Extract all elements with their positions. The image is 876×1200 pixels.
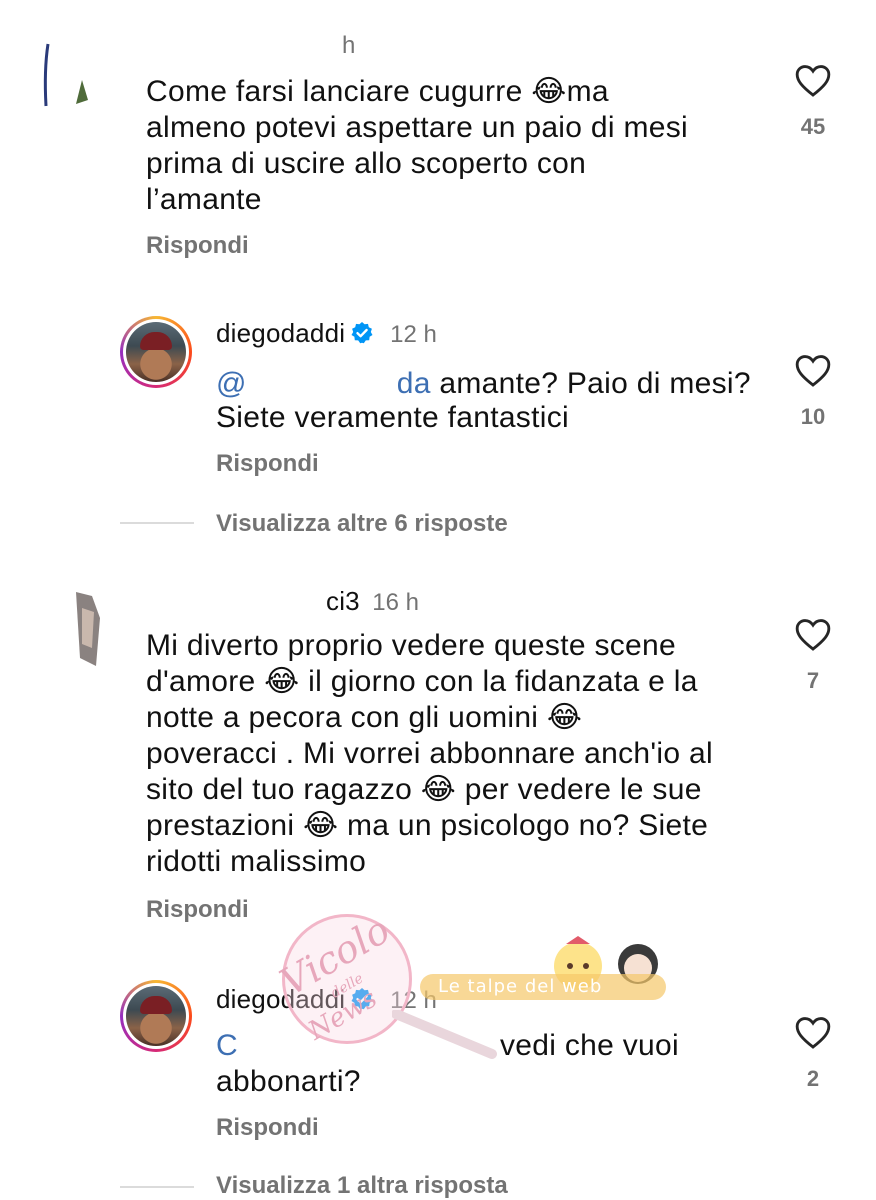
comment-time: h [342,32,356,59]
avatar-photo [126,986,186,1046]
comment-text: vedi che vuoi [499,1029,679,1062]
avatar-photo [126,322,186,382]
like-button[interactable] [794,616,832,652]
like-count: 2 [806,1066,820,1091]
view-more-replies-button[interactable]: Visualizza altre 6 risposte [216,510,508,538]
comment-line: ridotti malissimo [146,845,367,878]
comment-line: @ da amante? Paio di mesi? [216,366,751,402]
comment-line: Sietе veramente fantastici [216,401,569,434]
like-count: 7 [806,668,820,693]
avatar-cropped[interactable] [40,40,90,112]
comment-line: d'amore 😂 il giorno con la fidanzata e l… [146,665,698,698]
comment-line: l’amante [146,183,262,216]
comment-line: poveracci . Mi vorrei abbonnare anch'io … [146,737,713,770]
avatar[interactable] [120,316,192,388]
avatar-border [123,319,189,385]
mention-blurred [246,383,397,393]
comment-text: Come farsi lanciare cugurre 😂ma almeno p… [146,74,766,218]
like-button[interactable] [794,62,832,98]
reply-button[interactable]: Rispondi [146,232,249,260]
avatar-border [123,983,189,1049]
reply-button[interactable]: Rispondi [216,1114,319,1142]
username[interactable]: diegodaddi [216,318,345,348]
heart-outline-icon [795,619,831,651]
view-more-replies-button[interactable]: Visualizza 1 altra risposta [216,1172,508,1200]
comment-line: almeno potevi aspettare un paio di mesi [146,111,689,144]
view-replies-line [120,1186,194,1188]
watermark-banner-text: Le talpe del web [438,976,603,997]
magnifier-handle-icon [392,1010,497,1059]
comment-text: Mi diverto proprio vedere queste scene d… [146,628,786,880]
reply-button[interactable]: Rispondi [216,450,319,478]
comment-time: 16 h [372,589,420,616]
reply-button[interactable]: Rispondi [146,896,249,924]
comment-time: 12 h [390,321,437,348]
avatar-cropped[interactable] [72,588,106,668]
mention-link[interactable]: C [216,1029,238,1062]
comment-line: Mi diverto proprio vedere queste scene [146,629,677,662]
view-replies-line [120,522,194,524]
avatar[interactable] [120,980,192,1052]
username-blurred [216,600,326,610]
comment-header: diegodaddi 12 h [216,318,437,349]
comment-text: amante? Paio di mesi? [430,367,751,400]
comment-line: sito del tuo ragazzo 😂 per vedere le sue [146,773,702,806]
like-count: 45 [800,114,826,139]
mention-tail[interactable]: da [397,367,431,400]
heart-outline-icon [795,65,831,97]
verified-badge-icon [350,321,374,345]
mention-link[interactable]: @ [216,367,247,400]
comment-line: notte a pecora con gli uomini 😂 [146,701,583,734]
username-blurred[interactable] [148,40,328,60]
comment-line: abbonarti? [216,1065,361,1098]
heart-outline-icon [795,355,831,387]
comment-line: prestazioni 😂 ma un psicologo no? Siete [146,809,709,842]
comment-line: prima di uscire allo scoperto con [146,147,587,180]
like-button[interactable] [794,1014,832,1050]
like-button[interactable] [794,352,832,388]
comment-header: ci3 16 h [216,586,419,617]
username-tail[interactable]: ci3 [326,586,360,616]
like-count: 10 [800,404,826,429]
heart-outline-icon [795,1017,831,1049]
comment-line: Come farsi lanciare cugurre 😂ma [146,75,609,108]
